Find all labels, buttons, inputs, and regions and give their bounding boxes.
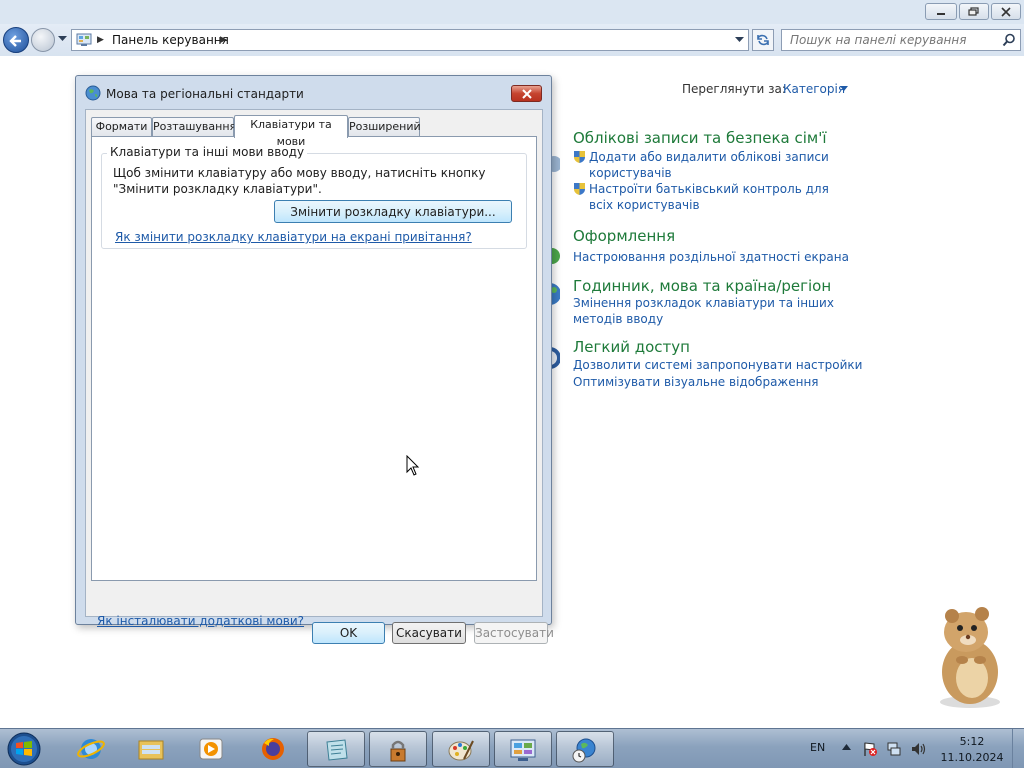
link-parental-controls[interactable]: Настроїти батьківський контроль для всіх… [589,181,829,213]
windows-start-orb-icon [7,732,41,766]
refresh-icon [757,34,769,46]
folder-icon [138,740,164,760]
view-by-dropdown[interactable]: Категорія [783,82,845,96]
navigation-bar: ▶ Панель керування ▶ [0,24,1024,56]
search-input[interactable] [782,30,997,50]
welcome-screen-keyboard-link[interactable]: Як змінити розкладку клавіатури на екран… [115,230,472,244]
tab-keyboards-languages[interactable]: Клавіатури та мови [234,115,348,148]
taskbar-control-panel-app[interactable] [494,731,552,767]
view-by-dropdown-icon[interactable] [840,86,848,91]
firefox-icon [262,738,284,760]
refresh-button[interactable] [752,29,774,51]
tab-location[interactable]: Розташування [152,117,236,137]
back-button[interactable] [3,27,29,53]
tab-administrative[interactable]: Розширений [348,117,421,137]
taskbar-notepad-app[interactable] [307,731,365,767]
volume-speaker-icon[interactable] [910,741,926,757]
show-desktop-button[interactable] [1012,729,1024,768]
install-languages-link[interactable]: Як інсталювати додаткові мови? [97,614,304,628]
address-dropdown-icon[interactable] [735,37,744,43]
taskbar-media-player[interactable] [182,731,240,767]
taskbar: EN 5:12 11.10.2024 [0,728,1024,768]
category-title-user-accounts[interactable]: Облікові записи та безпека сім'ї [573,129,827,147]
taskbar-firefox[interactable] [244,731,302,767]
taskbar-paint-app[interactable] [432,731,490,767]
taskbar-clock[interactable]: 5:12 11.10.2024 [936,734,1008,766]
link-screen-resolution[interactable]: Настроювання роздільної здатності екрана [573,249,849,265]
taskbar-windows-explorer[interactable] [122,731,180,767]
show-hidden-icons-arrow-icon[interactable] [842,744,851,751]
taskbar-internet-explorer[interactable] [62,731,120,767]
control-panel-icon [76,33,92,46]
breadcrumb-control-panel[interactable]: Панель керування [112,33,229,47]
cancel-button[interactable]: Скасувати [392,622,466,644]
dialog-title: Мова та регіональні стандарти [106,87,304,101]
keyboards-group: Клавіатури та інші мови вводу Щоб змінит… [101,145,527,249]
change-keyboards-button[interactable]: Змінити розкладку клавіатури... [274,200,512,223]
address-bar[interactable]: ▶ Панель керування ▶ [71,29,749,51]
close-icon [521,89,532,99]
clock-date: 11.10.2024 [940,751,1004,764]
paint-palette-icon [448,740,474,761]
taskbar-region-language-app[interactable] [556,731,614,767]
start-button[interactable] [3,730,45,768]
mouse-cursor-icon [406,455,420,476]
apply-button[interactable]: Застосувати [474,622,554,644]
dialog-close-button[interactable] [511,85,542,102]
link-add-remove-accounts[interactable]: Додати або видалити облікові записи кори… [589,149,829,181]
restore-icon [968,7,979,16]
close-icon [1001,7,1011,17]
search-box[interactable] [781,29,1021,51]
control-panel-icon [510,739,536,761]
network-icon[interactable] [886,741,902,757]
group-description: Щоб змінити клавіатуру або мову вводу, н… [113,166,486,196]
minimize-button[interactable] [925,3,957,20]
globe-clock-icon [572,738,596,763]
taskbar-lock-app[interactable] [369,731,427,767]
window-titlebar [0,0,1024,24]
notepad-icon [326,739,348,761]
region-language-dialog: Мова та регіональні стандарти Формати Ро… [75,75,554,644]
back-arrow-icon [9,35,21,47]
search-icon[interactable] [1002,33,1016,47]
media-player-icon [199,738,223,760]
uac-shield-icon [574,183,585,195]
globe-clock-icon [85,85,101,101]
link-optimize-visual-display[interactable]: Оптимізувати візуальне відображення [573,374,819,390]
dialog-client-area: Формати Розташування Клавіатури та мови … [85,109,554,644]
link-change-keyboards[interactable]: Змінення розкладок клавіатури та інших м… [573,295,853,327]
category-title-ease-of-access[interactable]: Легкий доступ [573,338,690,356]
lock-icon [390,740,406,762]
forward-button[interactable] [31,28,55,52]
ok-button[interactable]: OK [312,622,385,644]
link-suggest-settings[interactable]: Дозволити системі запропонувати настройк… [573,357,862,373]
category-title-appearance[interactable]: Оформлення [573,227,675,245]
category-title-clock-language-region[interactable]: Годинник, мова та країна/регіон [573,277,831,295]
history-dropdown-icon[interactable] [58,36,67,42]
uac-shield-icon [574,151,585,163]
view-by-label: Переглянути за: [682,82,786,96]
language-indicator[interactable]: EN [810,741,825,754]
tab-formats[interactable]: Формати [91,117,152,137]
hamster-gadget-icon[interactable] [930,604,1012,710]
tab-panel: Клавіатури та інші мови вводу Щоб змінит… [91,136,537,628]
minimize-icon [937,13,945,15]
restore-button[interactable] [959,3,989,20]
action-center-flag-icon[interactable] [862,741,878,757]
breadcrumb-separator-icon[interactable]: ▶ [97,35,104,45]
clock-time: 5:12 [959,735,985,748]
close-button[interactable] [991,3,1021,20]
internet-explorer-icon [77,739,105,759]
breadcrumb-separator-icon[interactable]: ▶ [220,35,227,45]
